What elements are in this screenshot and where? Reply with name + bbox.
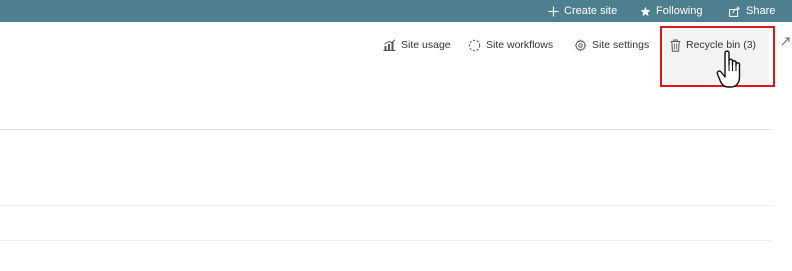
content-divider	[0, 240, 772, 241]
site-workflows-button[interactable]: Site workflows	[468, 34, 553, 56]
share-label: Share	[746, 5, 776, 17]
site-usage-button[interactable]: Site usage	[383, 34, 451, 56]
share-icon	[729, 5, 740, 17]
content-divider	[0, 205, 772, 206]
plus-icon	[548, 6, 559, 16]
create-site-button[interactable]: Create site	[548, 0, 617, 22]
site-workflows-label: Site workflows	[486, 39, 554, 51]
following-label: Following	[656, 5, 703, 17]
hand-cursor-icon	[716, 50, 741, 88]
following-button[interactable]: Following	[640, 0, 702, 22]
site-settings-button[interactable]: Site settings	[574, 34, 649, 56]
workflow-icon	[468, 39, 481, 51]
share-button[interactable]: Share	[729, 0, 775, 22]
expand-icon[interactable]	[779, 36, 791, 48]
gear-icon	[574, 38, 587, 52]
top-bar: Create site Following Share	[0, 0, 792, 22]
site-settings-label: Site settings	[592, 39, 650, 51]
content-divider	[0, 129, 772, 130]
site-usage-label: Site usage	[401, 39, 451, 51]
star-icon	[640, 6, 651, 16]
create-site-label: Create site	[564, 5, 618, 17]
chart-icon	[383, 39, 396, 51]
